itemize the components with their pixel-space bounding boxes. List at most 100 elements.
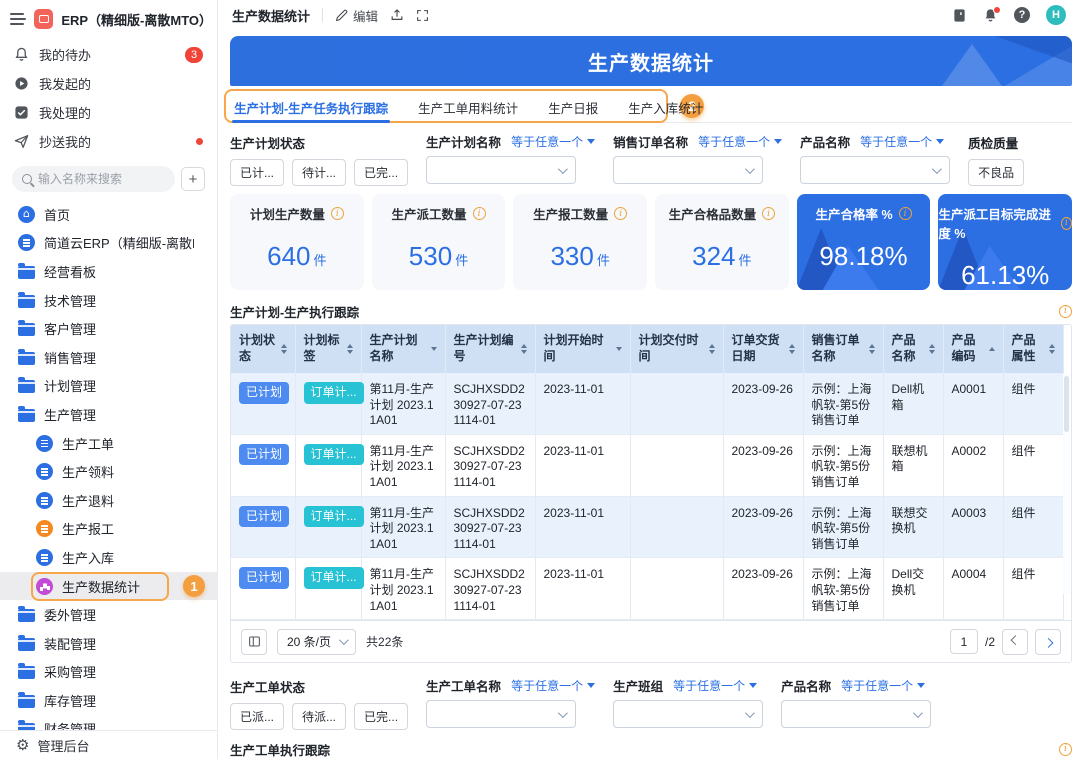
- column-header[interactable]: 计划状态: [231, 325, 295, 373]
- dashboard-tab[interactable]: 生产工单用料统计: [416, 92, 520, 122]
- sidebar-nav-item[interactable]: 生产退料: [0, 486, 217, 515]
- column-header[interactable]: 产品属性: [1003, 325, 1063, 373]
- table-cell: 已计划: [231, 558, 295, 620]
- table-row[interactable]: 已计划 订单计... 第11月-生产计划 2023.11A01 SCJHXSDD…: [231, 496, 1063, 558]
- next-page-button[interactable]: [1035, 629, 1061, 655]
- sidebar-item-initiated-by-me[interactable]: 我发起的: [0, 69, 217, 98]
- table-scrollbar[interactable]: [1063, 374, 1070, 594]
- column-header[interactable]: 计划交付时间: [630, 325, 723, 373]
- info-icon[interactable]: i: [762, 207, 775, 220]
- info-icon[interactable]: i: [1059, 743, 1072, 756]
- nav-item-icon: [36, 463, 53, 480]
- sidebar-nav-item[interactable]: 客户管理: [0, 314, 217, 343]
- changelog-button[interactable]: [952, 8, 967, 23]
- filter-select[interactable]: [781, 700, 931, 728]
- status-filter-button[interactable]: 已完...: [354, 159, 408, 186]
- column-header[interactable]: 产品名称: [883, 325, 943, 373]
- sidebar-nav-item[interactable]: 技术管理: [0, 286, 217, 315]
- filter-select[interactable]: [613, 700, 763, 728]
- sidebar-nav-item[interactable]: 计划管理: [0, 372, 217, 401]
- menu-toggle-icon[interactable]: [10, 13, 26, 25]
- notifications-button[interactable]: [983, 8, 998, 23]
- filter-operator-dropdown[interactable]: 等于任意一个: [860, 133, 944, 150]
- table-row[interactable]: 已计划 订单计... 第11月-生产计划 2023.11A01 SCJHXSDD…: [231, 373, 1063, 434]
- column-header[interactable]: 生产计划编号: [445, 325, 535, 373]
- filter-operator-dropdown[interactable]: 等于任意一个: [511, 133, 595, 150]
- filter-operator-dropdown[interactable]: 等于任意一个: [511, 677, 595, 694]
- column-header[interactable]: 产品编码: [943, 325, 1003, 373]
- column-settings-button[interactable]: [241, 629, 267, 655]
- sidebar-nav-item[interactable]: 销售管理: [0, 343, 217, 372]
- avatar[interactable]: H: [1046, 5, 1066, 25]
- sidebar-nav-item[interactable]: 生产领料: [0, 457, 217, 486]
- filter-label: 生产计划名称: [426, 132, 501, 151]
- sidebar-nav-item[interactable]: 首页: [0, 200, 217, 229]
- info-icon[interactable]: i: [331, 207, 344, 220]
- dashboard-tab[interactable]: 生产入库统计: [626, 92, 705, 122]
- page-size-select[interactable]: 20 条/页: [277, 629, 356, 655]
- admin-console-item[interactable]: ⚙ 管理后台: [0, 730, 217, 759]
- info-icon[interactable]: i: [1059, 305, 1072, 318]
- table-row[interactable]: 已计划 订单计... 第11月-生产计划 2023.11A01 SCJHXSDD…: [231, 558, 1063, 620]
- filter-select[interactable]: [426, 156, 576, 184]
- column-header[interactable]: 销售订单名称: [803, 325, 883, 373]
- edit-button[interactable]: 编辑: [335, 6, 378, 25]
- search-box[interactable]: [12, 166, 175, 192]
- column-header[interactable]: 计划标签: [295, 325, 361, 373]
- info-icon[interactable]: i: [899, 207, 912, 220]
- dashboard-tab[interactable]: 生产日报: [546, 92, 600, 122]
- table-cell: 第11月-生产计划 2023.11A01: [361, 434, 445, 496]
- nav-item-icon: [18, 323, 35, 336]
- filter-select[interactable]: [613, 156, 763, 184]
- page-number-input[interactable]: 1: [950, 629, 978, 654]
- help-button[interactable]: ?: [1014, 7, 1030, 23]
- prev-page-button[interactable]: [1002, 629, 1028, 655]
- status-filter-button[interactable]: 待派...: [292, 703, 346, 730]
- info-icon[interactable]: i: [614, 207, 627, 220]
- filter-operator-dropdown[interactable]: 等于任意一个: [841, 677, 925, 694]
- dashboard-tab[interactable]: 生产计划-生产任务执行跟踪: [232, 92, 390, 122]
- column-header[interactable]: 订单交货日期: [723, 325, 803, 373]
- column-header[interactable]: 计划开始时间: [535, 325, 630, 373]
- search-input[interactable]: [38, 172, 165, 186]
- status-filter-button[interactable]: 已派...: [230, 703, 284, 730]
- filter-label: 生产班组: [613, 676, 663, 695]
- sidebar-item-label: 委外管理: [44, 605, 96, 624]
- sidebar-item-my-todo[interactable]: 我的待办 3: [0, 40, 217, 69]
- sidebar-nav-item[interactable]: 生产管理: [0, 400, 217, 429]
- filter-select-group: 生产工单名称 等于任意一个: [426, 677, 595, 728]
- info-icon[interactable]: i: [473, 207, 486, 220]
- sort-icon: [1049, 344, 1055, 354]
- sidebar-nav-item[interactable]: 生产入库: [0, 543, 217, 572]
- sidebar-nav-item[interactable]: 经营看板: [0, 257, 217, 286]
- sidebar-nav-item[interactable]: 财务管理: [0, 715, 217, 730]
- status-filter-button[interactable]: 已完...: [354, 703, 408, 730]
- sidebar-item-cc-to-me[interactable]: 抄送我的: [0, 127, 217, 156]
- sidebar-item-handled-by-me[interactable]: 我处理的: [0, 98, 217, 127]
- sidebar-nav-item[interactable]: 生产报工: [0, 515, 217, 544]
- sidebar-nav-item[interactable]: 委外管理: [0, 600, 217, 629]
- sidebar-nav-item[interactable]: 简道云ERP（精细版-离散MTO）「...: [0, 229, 217, 258]
- status-filter-button[interactable]: 已计...: [230, 159, 284, 186]
- kpi-card: 生产派工目标完成进度 % i 61.13%: [938, 194, 1072, 290]
- filter-operator-dropdown[interactable]: 等于任意一个: [698, 133, 782, 150]
- sidebar-item-label: 生产退料: [62, 491, 114, 510]
- table-row[interactable]: 已计划 订单计... 第11月-生产计划 2023.11A01 SCJHXSDD…: [231, 434, 1063, 496]
- info-icon[interactable]: i: [1061, 217, 1072, 230]
- quality-filter-button[interactable]: 不良品: [968, 159, 1024, 186]
- share-button[interactable]: [390, 8, 404, 22]
- sidebar-nav-item[interactable]: 库存管理: [0, 686, 217, 715]
- column-header[interactable]: 生产计划名称: [361, 325, 445, 373]
- sidebar-item-label: 采购管理: [44, 662, 96, 681]
- fullscreen-button[interactable]: [416, 9, 429, 22]
- filter-operator-dropdown[interactable]: 等于任意一个: [673, 677, 757, 694]
- sidebar-nav-item[interactable]: 采购管理: [0, 658, 217, 687]
- filter-select[interactable]: [800, 156, 950, 184]
- sidebar-nav-item[interactable]: 装配管理: [0, 629, 217, 658]
- add-app-button[interactable]: +: [181, 167, 205, 191]
- sidebar-nav-item[interactable]: 生产数据统计 1: [0, 572, 217, 601]
- section-title: 生产工单执行跟踪: [230, 740, 330, 759]
- sidebar-nav-item[interactable]: 生产工单: [0, 429, 217, 458]
- status-filter-button[interactable]: 待计...: [292, 159, 346, 186]
- filter-select[interactable]: [426, 700, 576, 728]
